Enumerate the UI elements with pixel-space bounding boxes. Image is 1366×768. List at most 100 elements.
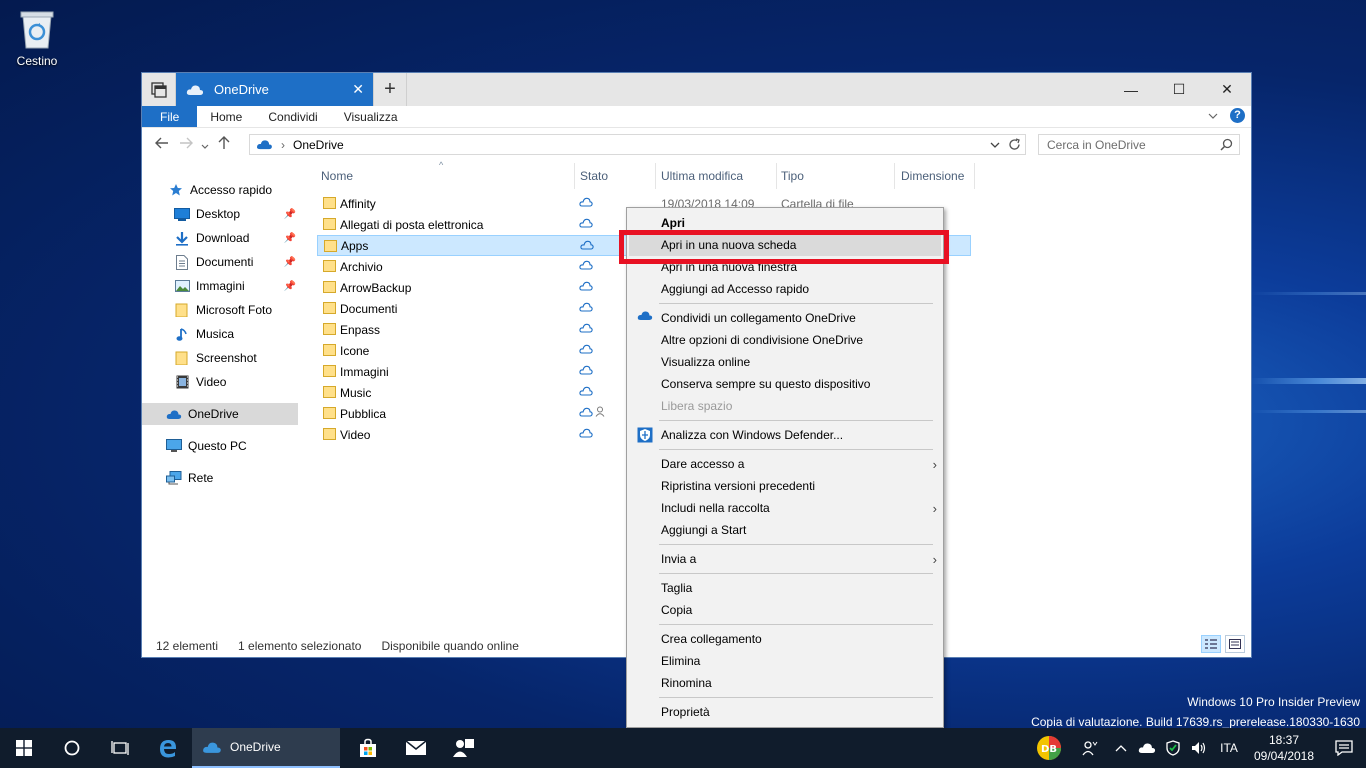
menu-item-create-shortcut[interactable]: Crea collegamento	[661, 628, 931, 650]
menu-separator	[659, 573, 933, 574]
menu-item-add-quick-access[interactable]: Aggiungi ad Accesso rapido	[661, 278, 931, 300]
cloud-status-icon	[579, 365, 593, 375]
ribbon-tab-share[interactable]: Condividi	[255, 106, 330, 127]
nav-item-network[interactable]: Rete	[142, 467, 300, 489]
column-header-modified[interactable]: Ultima modifica	[657, 163, 777, 189]
status-availability: Disponibile quando online	[381, 639, 519, 653]
status-bar: 12 elementi 1 elemento selezionato Dispo…	[156, 639, 519, 653]
menu-item-delete[interactable]: Elimina	[661, 650, 931, 672]
nav-item-documents[interactable]: Documenti 📌	[142, 251, 300, 273]
chevron-down-icon	[201, 144, 209, 149]
volume-speaker-icon[interactable]	[1186, 741, 1212, 755]
action-center-button[interactable]	[1322, 740, 1366, 756]
column-header-status[interactable]: Stato	[576, 163, 656, 189]
menu-item-copy[interactable]: Copia	[661, 599, 931, 621]
defender-shield-icon[interactable]	[1160, 740, 1186, 756]
menu-separator	[659, 697, 933, 698]
address-field[interactable]: › OneDrive	[249, 134, 1026, 155]
up-button[interactable]	[212, 135, 236, 154]
menu-separator	[659, 624, 933, 625]
search-placeholder: Cerca in OneDrive	[1047, 137, 1146, 152]
store-button[interactable]	[344, 728, 392, 768]
ribbon-tab-home[interactable]: Home	[197, 106, 255, 127]
nav-item-music[interactable]: Musica	[142, 323, 300, 345]
back-button[interactable]	[150, 136, 174, 153]
clock-date: 09/04/2018	[1253, 749, 1315, 763]
nav-item-desktop[interactable]: Desktop 📌	[142, 203, 300, 225]
ribbon-tab-view[interactable]: Visualizza	[331, 106, 411, 127]
onedrive-tray-icon[interactable]	[1134, 742, 1160, 754]
tab-onedrive[interactable]: OneDrive ✕	[176, 73, 373, 106]
nav-item-video[interactable]: Video	[142, 371, 300, 393]
breadcrumb-onedrive[interactable]: OneDrive	[293, 138, 344, 152]
task-view-icon	[111, 741, 129, 755]
mail-button[interactable]	[392, 728, 440, 768]
tab-close-button[interactable]: ✕	[352, 81, 364, 98]
folder-icon	[323, 365, 336, 377]
shared-person-icon	[595, 406, 605, 417]
column-header-type[interactable]: Tipo	[777, 163, 895, 189]
show-hidden-icons-chevron-icon[interactable]	[1108, 744, 1134, 752]
cloud-icon	[166, 406, 182, 422]
task-view-button[interactable]	[96, 728, 144, 768]
menu-item-rename[interactable]: Rinomina	[661, 672, 931, 694]
column-header-size[interactable]: Dimensione	[897, 163, 975, 189]
large-icons-view-icon	[1229, 639, 1241, 649]
new-tab-button[interactable]: +	[373, 73, 407, 106]
edge-button[interactable]	[144, 728, 192, 768]
address-dropdown-icon[interactable]	[990, 142, 1000, 148]
clock-time: 18:37	[1268, 733, 1300, 747]
cortana-button[interactable]	[48, 728, 96, 768]
navigation-pane: Accesso rapido Desktop 📌 Download 📌 Docu…	[142, 161, 300, 631]
desktop-recycle-bin[interactable]: Cestino	[6, 8, 68, 68]
menu-item-view-online[interactable]: Visualizza online	[661, 351, 931, 373]
people-tray-icon[interactable]	[1072, 740, 1108, 756]
details-view-button[interactable]	[1201, 635, 1221, 653]
menu-item-restore-versions[interactable]: Ripristina versioni precedenti	[661, 475, 931, 497]
start-button[interactable]	[0, 728, 48, 768]
menu-item-more-share-options[interactable]: Altre opzioni di condivisione OneDrive	[661, 329, 931, 351]
menu-item-pin-start[interactable]: Aggiungi a Start	[661, 519, 931, 541]
window-menu-button[interactable]	[142, 73, 176, 106]
cloud-status-icon	[579, 260, 593, 270]
nav-item-this-pc[interactable]: Questo PC	[142, 435, 300, 457]
menu-item-scan-defender[interactable]: Analizza con Windows Defender...	[637, 424, 931, 446]
taskbar-onedrive-app[interactable]: OneDrive	[192, 728, 340, 768]
clock[interactable]: 18:37 09/04/2018	[1246, 732, 1322, 764]
nav-item-onedrive[interactable]: OneDrive	[142, 403, 298, 425]
close-button[interactable]: ✕	[1203, 73, 1251, 106]
menu-item-always-keep[interactable]: Conserva sempre su questo dispositivo	[661, 373, 931, 395]
nav-item-download[interactable]: Download 📌	[142, 227, 300, 249]
menu-item-send-to[interactable]: Invia a ›	[661, 548, 937, 570]
system-tray: DB ITA 18:37 09/04/2018	[1026, 728, 1366, 768]
menu-item-include-library[interactable]: Includi nella raccolta ›	[661, 497, 937, 519]
recent-locations-button[interactable]	[198, 136, 212, 153]
minimize-button[interactable]: —	[1107, 73, 1155, 106]
recycle-bin-label: Cestino	[16, 54, 58, 68]
tray-app-db-icon[interactable]: DB	[1026, 735, 1072, 761]
menu-item-free-space[interactable]: Libera spazio	[661, 395, 931, 417]
menu-item-give-access[interactable]: Dare accesso a ›	[661, 453, 937, 475]
nav-item-screenshot[interactable]: Screenshot	[142, 347, 300, 369]
ribbon-tab-file[interactable]: File	[142, 106, 198, 127]
nav-item-pictures[interactable]: Immagini 📌	[142, 275, 300, 297]
column-header-name[interactable]: Nome ^	[317, 160, 575, 189]
expand-ribbon-icon[interactable]	[1208, 113, 1218, 119]
people-app-button[interactable]	[440, 728, 488, 768]
breadcrumb-separator: ›	[281, 137, 285, 152]
nav-item-microsoft-foto[interactable]: Microsoft Foto	[142, 299, 300, 321]
highlight-annotation-box	[619, 230, 949, 264]
menu-item-share-onedrive-link[interactable]: Condividi un collegamento OneDrive	[637, 307, 931, 329]
maximize-button[interactable]: ☐	[1155, 73, 1203, 106]
input-language-indicator[interactable]: ITA	[1212, 741, 1246, 755]
refresh-icon[interactable]	[1008, 138, 1021, 151]
large-icons-view-button[interactable]	[1225, 635, 1245, 653]
menu-item-cut[interactable]: Taglia	[661, 577, 931, 599]
folder-icon	[323, 302, 336, 314]
nav-item-quick-access[interactable]: Accesso rapido	[142, 179, 300, 201]
menu-item-properties[interactable]: Proprietà	[661, 701, 931, 723]
notification-icon	[1335, 740, 1353, 756]
help-button[interactable]: ?	[1230, 108, 1245, 123]
forward-button[interactable]	[174, 136, 198, 153]
search-input[interactable]: Cerca in OneDrive	[1038, 134, 1240, 155]
